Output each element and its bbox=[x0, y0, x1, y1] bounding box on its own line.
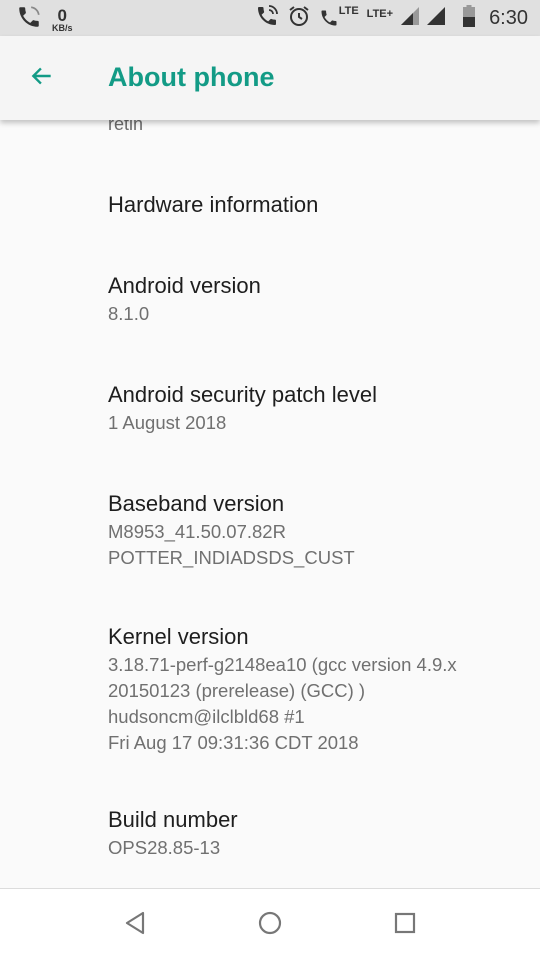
item-kernel-version[interactable]: Kernel version 3.18.71-perf-g2148ea10 (g… bbox=[108, 622, 528, 756]
battery-icon bbox=[463, 4, 476, 32]
app-bar: About phone bbox=[0, 36, 540, 120]
arrow-left-icon bbox=[29, 63, 55, 94]
status-bar: 0 KB/s LTE LTE+ 6:30 bbox=[0, 0, 540, 36]
page-title: About phone bbox=[108, 62, 275, 92]
square-recents-icon bbox=[394, 912, 416, 939]
circle-home-icon bbox=[258, 911, 282, 940]
item-summary-line: POTTER_INDIADSDS_CUST bbox=[108, 547, 355, 568]
nav-back-button[interactable] bbox=[115, 909, 155, 941]
item-build-number[interactable]: Build number OPS28.85-13 bbox=[108, 805, 528, 861]
signal-icon bbox=[401, 6, 420, 30]
navigation-bar bbox=[0, 888, 540, 960]
item-title: Build number bbox=[108, 807, 238, 832]
item-summary-line: M8953_41.50.07.82R bbox=[108, 521, 286, 542]
data-speed-indicator: 0 KB/s bbox=[52, 5, 73, 33]
item-title: Hardware information bbox=[108, 192, 319, 217]
item-summary-line: 20150123 (prerelease) (GCC) ) bbox=[108, 680, 366, 701]
phone-call-icon bbox=[16, 4, 42, 35]
triangle-back-icon bbox=[124, 911, 146, 940]
item-title: Kernel version bbox=[108, 624, 249, 649]
item-summary: 1 August 2018 bbox=[108, 412, 227, 433]
back-button[interactable] bbox=[24, 60, 60, 96]
nav-home-button[interactable] bbox=[250, 909, 290, 941]
item-title: Baseband version bbox=[108, 491, 285, 516]
item-android-version[interactable]: Android version 8.1.0 bbox=[108, 271, 528, 327]
signal-icon bbox=[427, 6, 446, 30]
item-security-patch-level[interactable]: Android security patch level 1 August 20… bbox=[108, 380, 528, 436]
item-title: Android version bbox=[108, 273, 261, 298]
settings-list: retin Hardware information Android versi… bbox=[0, 0, 540, 888]
item-summary: 8.1.0 bbox=[108, 303, 150, 324]
item-title: Android security patch level bbox=[108, 382, 378, 407]
item-summary-line: Fri Aug 17 09:31:36 CDT 2018 bbox=[108, 732, 359, 753]
clock: 6:30 bbox=[489, 6, 528, 29]
volte-call-icon: LTE bbox=[319, 5, 359, 29]
item-baseband-version[interactable]: Baseband version M8953_41.50.07.82R POTT… bbox=[108, 489, 528, 571]
item-summary: OPS28.85-13 bbox=[108, 837, 221, 858]
network-type-label: LTE+ bbox=[366, 8, 394, 20]
item-summary-line: hudsoncm@ilclbld68 #1 bbox=[108, 706, 305, 727]
wifi-calling-icon bbox=[255, 4, 279, 33]
alarm-icon bbox=[287, 4, 311, 33]
nav-recents-button[interactable] bbox=[385, 909, 425, 941]
item-summary-line: 3.18.71-perf-g2148ea10 (gcc version 4.9.… bbox=[108, 654, 457, 675]
item-hardware-information[interactable]: Hardware information bbox=[108, 190, 528, 220]
